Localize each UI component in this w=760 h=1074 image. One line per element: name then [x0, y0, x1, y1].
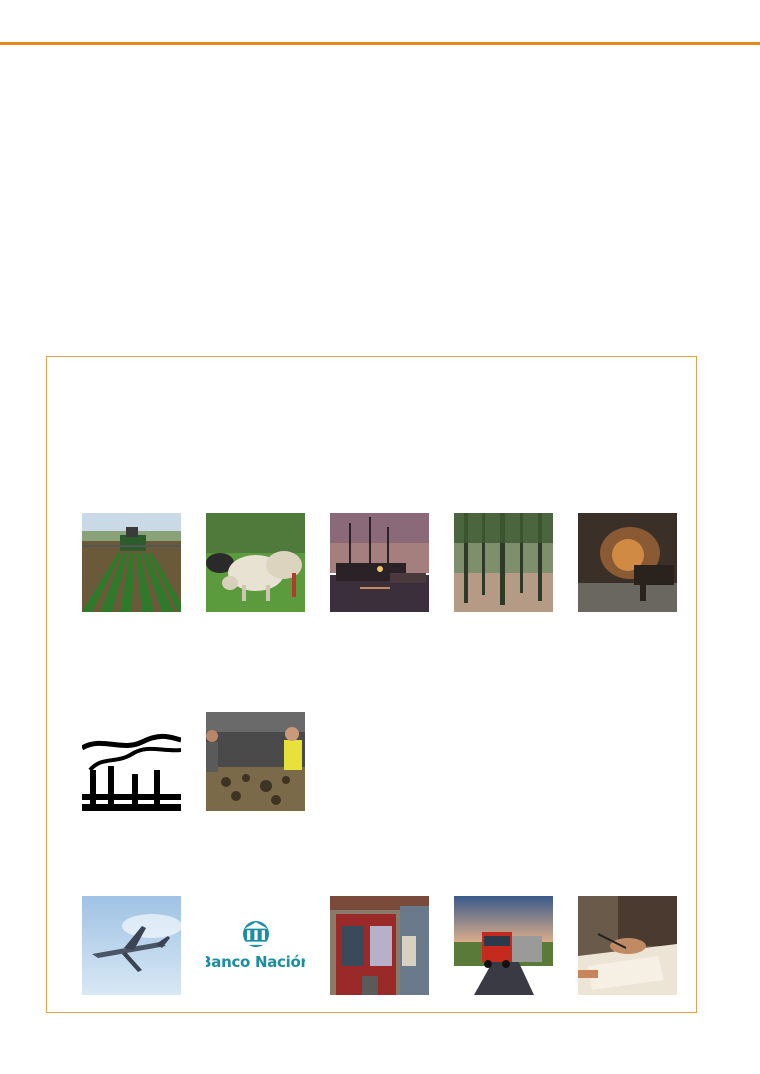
banco-nacion-logo: Banco Nación — [206, 896, 305, 995]
airplane-image — [82, 896, 181, 995]
fishing-boats-image — [330, 513, 429, 612]
mine-tunnel-image — [578, 513, 677, 612]
pine-forest-image — [454, 513, 553, 612]
sorting-workers-image — [206, 712, 305, 811]
top-orange-rule — [0, 42, 760, 45]
red-truck-image — [454, 896, 553, 995]
bank-name: Banco Nación — [206, 952, 305, 971]
sheep-grazing-image — [206, 513, 305, 612]
shop-storefront-image — [330, 896, 429, 995]
document-writing-image — [578, 896, 677, 995]
bank-building-icon — [242, 920, 269, 947]
tractor-field-image — [82, 513, 181, 612]
factory-smokestacks-image — [82, 712, 181, 811]
